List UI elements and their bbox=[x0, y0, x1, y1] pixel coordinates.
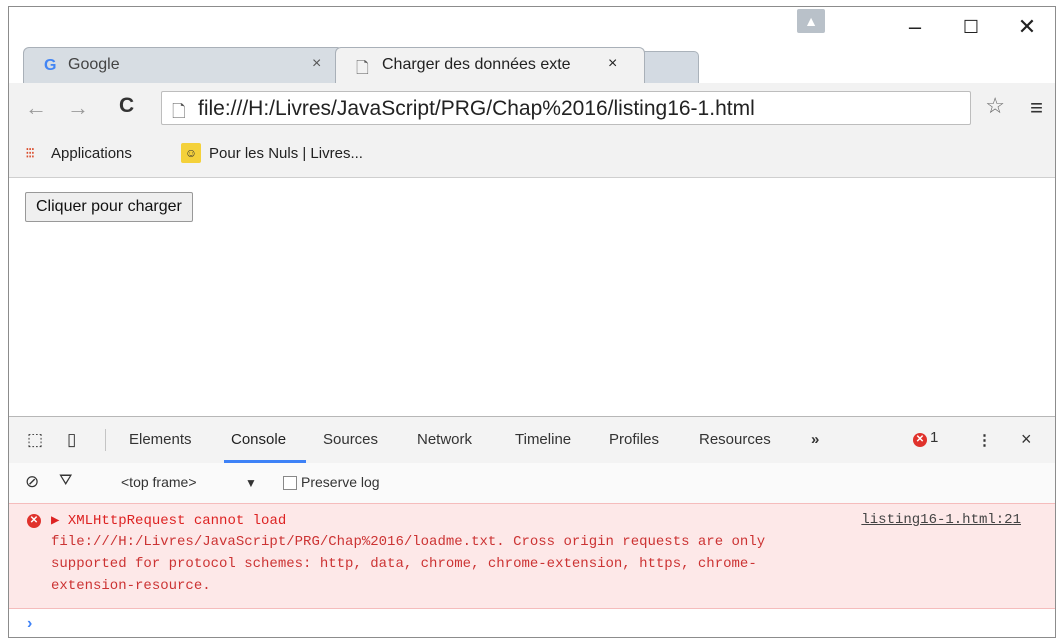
context-selector[interactable]: <top frame> bbox=[121, 474, 197, 490]
bookmark-applications[interactable]: Applications bbox=[51, 145, 132, 162]
clear-console-icon[interactable]: ⊘ bbox=[25, 472, 39, 492]
error-icon: ✕ bbox=[913, 433, 927, 447]
tab-resources[interactable]: Resources bbox=[699, 431, 771, 448]
bookmark-pour-les-nuls[interactable]: Pour les Nuls | Livres... bbox=[209, 145, 363, 162]
title-bar: ▲ – ☐ ✕ G Google × 🗋 Charger des données… bbox=[9, 7, 1055, 89]
load-button[interactable]: Cliquer pour charger bbox=[25, 192, 193, 222]
forward-button[interactable]: → bbox=[67, 95, 89, 121]
reload-button[interactable]: C bbox=[119, 94, 134, 118]
tab-elements[interactable]: Elements bbox=[129, 431, 192, 448]
new-tab-button[interactable] bbox=[639, 51, 699, 84]
more-tabs-icon[interactable]: » bbox=[811, 431, 819, 448]
tab-profiles[interactable]: Profiles bbox=[609, 431, 659, 448]
browser-window: ▲ – ☐ ✕ G Google × 🗋 Charger des données… bbox=[8, 6, 1056, 638]
tab-title: Google bbox=[68, 56, 120, 73]
tab-network[interactable]: Network bbox=[417, 431, 472, 448]
menu-button[interactable]: ≡ bbox=[1030, 95, 1043, 121]
tab-timeline[interactable]: Timeline bbox=[515, 431, 571, 448]
console-filter-bar: ⊘ ⛛ <top frame> ▼ Preserve log bbox=[9, 463, 1055, 504]
console-prompt[interactable]: › bbox=[27, 615, 32, 633]
tab-console[interactable]: Console bbox=[231, 431, 286, 448]
error-line: extension-resource. bbox=[51, 578, 211, 594]
preserve-log-label: Preserve log bbox=[301, 474, 380, 490]
window-controls: – ☐ ✕ bbox=[887, 7, 1055, 47]
devtools-menu-icon[interactable]: ⋮ bbox=[977, 431, 992, 449]
tab-close-icon[interactable]: × bbox=[608, 55, 617, 73]
tab-sources[interactable]: Sources bbox=[323, 431, 378, 448]
nuls-logo-icon: ☺ bbox=[181, 143, 201, 163]
devtools-panel: ⬚ ▯ Elements Console Sources Network Tim… bbox=[9, 416, 1055, 637]
error-count-badge[interactable]: ✕ 1 bbox=[913, 429, 938, 447]
back-button[interactable]: ← bbox=[25, 95, 47, 121]
devtools-close-icon[interactable]: × bbox=[1021, 429, 1032, 450]
console-error-message: ✕ ▶ XMLHttpRequest cannot load listing16… bbox=[9, 503, 1055, 609]
bookmark-star-icon[interactable]: ☆ bbox=[985, 93, 1005, 119]
devtools-tab-bar: ⬚ ▯ Elements Console Sources Network Tim… bbox=[9, 417, 1055, 464]
inspect-icon[interactable]: ⬚ bbox=[27, 430, 43, 450]
preserve-log-checkbox[interactable] bbox=[283, 476, 297, 490]
error-line[interactable]: ▶ XMLHttpRequest cannot load bbox=[51, 512, 286, 529]
url-text[interactable]: file:///H:/Livres/JavaScript/PRG/Chap%20… bbox=[198, 97, 755, 121]
chevron-down-icon[interactable]: ▼ bbox=[245, 476, 257, 490]
error-count: 1 bbox=[930, 429, 939, 446]
apps-grid-icon: ⁝⁝⁝ bbox=[25, 145, 35, 162]
maximize-button[interactable]: ☐ bbox=[943, 7, 999, 47]
tab-charger[interactable]: 🗋 Charger des données exte × bbox=[335, 47, 645, 83]
google-g-icon: G bbox=[44, 57, 57, 74]
minimize-button[interactable]: – bbox=[887, 7, 943, 47]
device-mode-icon[interactable]: ▯ bbox=[67, 430, 76, 450]
divider bbox=[105, 429, 106, 451]
page-icon: 🗋 bbox=[172, 102, 186, 121]
toolbar: ← → C 🗋 file:///H:/Livres/JavaScript/PRG… bbox=[9, 83, 1055, 134]
close-window-button[interactable]: ✕ bbox=[999, 7, 1055, 47]
profile-button[interactable]: ▲ bbox=[797, 9, 825, 33]
tab-google[interactable]: G Google × bbox=[23, 47, 343, 83]
tab-close-icon[interactable]: × bbox=[312, 55, 321, 73]
source-link[interactable]: listing16-1.html:21 bbox=[861, 512, 1021, 528]
error-icon: ✕ bbox=[27, 514, 41, 528]
tab-title: Charger des données exte bbox=[382, 56, 571, 73]
error-line: supported for protocol schemes: http, da… bbox=[51, 556, 757, 572]
page-icon: 🗋 bbox=[356, 60, 369, 77]
bookmarks-bar: ⁝⁝⁝ Applications ☺ Pour les Nuls | Livre… bbox=[9, 133, 1055, 178]
address-bar[interactable]: 🗋 file:///H:/Livres/JavaScript/PRG/Chap%… bbox=[161, 91, 971, 125]
page-content: Cliquer pour charger bbox=[9, 178, 1055, 416]
filter-icon[interactable]: ⛛ bbox=[59, 472, 72, 490]
error-line: file:///H:/Livres/JavaScript/PRG/Chap%20… bbox=[51, 534, 766, 550]
